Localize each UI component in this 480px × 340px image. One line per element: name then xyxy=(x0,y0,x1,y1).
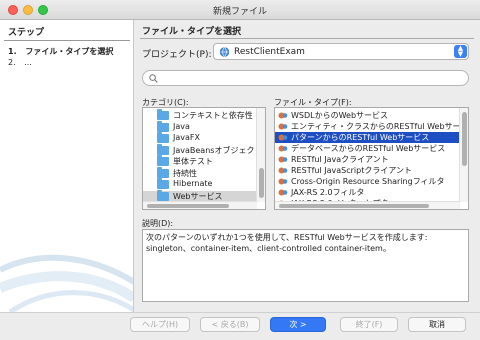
file-type-label: Cross-Origin Resource Sharingフィルタ xyxy=(291,177,445,186)
description-label: 説明(D): xyxy=(142,219,174,228)
web-service-icon xyxy=(278,156,288,163)
web-service-icon xyxy=(278,189,288,196)
web-service-icon xyxy=(278,178,288,185)
help-button[interactable]: ヘルプ(H) xyxy=(130,317,190,332)
step-label: ... xyxy=(24,58,32,67)
category-item[interactable]: Java xyxy=(143,120,257,133)
file-type-item[interactable]: Cross-Origin Resource Sharingフィルタ xyxy=(275,176,460,187)
step-number: 1. xyxy=(8,47,17,56)
category-label: 持続性 xyxy=(173,168,197,178)
steps-divider xyxy=(4,40,130,41)
folder-icon xyxy=(157,120,169,132)
description-box: 次のパターンのいずれか1つを使用して、RESTful Webサービスを作成します… xyxy=(142,229,469,302)
web-service-icon xyxy=(278,134,288,141)
button-bar: ヘルプ(H) < 戻る(B) 次 > 終了(F) 取消 xyxy=(0,312,480,340)
file-type-item[interactable]: JAX-RS 2.0フィルタ xyxy=(275,187,460,198)
file-types-hscroll-thumb[interactable] xyxy=(279,204,429,208)
categories-scrollbar[interactable] xyxy=(256,108,265,202)
folder-icon xyxy=(157,189,169,201)
folder-icon xyxy=(157,166,169,178)
step-number: 2. xyxy=(8,58,16,67)
category-label: 単体テスト xyxy=(173,157,213,166)
project-label: プロジェクト(P): xyxy=(142,50,212,60)
description-line: singleton、container-item、client-controll… xyxy=(146,244,391,253)
web-service-icon xyxy=(278,145,288,152)
project-select[interactable]: RestClientExam ▲ ▼ xyxy=(213,43,469,60)
step-label: ファイル・タイプを選択 xyxy=(25,47,114,56)
category-item[interactable]: Webサービス xyxy=(143,189,257,202)
title-bar: 新規ファイル xyxy=(0,0,480,20)
search-input[interactable] xyxy=(142,70,469,86)
file-type-label: WSDLからのWebサービス xyxy=(291,111,389,120)
chevron-updown-icon: ▲ ▼ xyxy=(454,45,467,58)
finish-button[interactable]: 終了(F) xyxy=(340,317,398,332)
folder-icon xyxy=(157,143,169,155)
file-type-label: JAX-RS 2.0フィルタ xyxy=(291,188,365,197)
cancel-button[interactable]: 取消 xyxy=(408,317,466,332)
file-types-hscrollbar[interactable] xyxy=(275,201,460,209)
search-icon xyxy=(149,74,158,83)
category-item[interactable]: 単体テスト xyxy=(143,155,257,167)
step-item: 1. ファイル・タイプを選択 xyxy=(8,46,113,57)
category-item[interactable]: 持続性 xyxy=(143,166,257,179)
file-types-list[interactable]: JAX-RS 2.0インターセプタJAX-RS 2.0フィルタCross-Ori… xyxy=(274,107,469,210)
category-label: Java xyxy=(173,121,190,131)
category-item[interactable]: コンテキストと依存性 xyxy=(143,109,257,121)
steps-title: ステップ xyxy=(8,28,45,38)
categories-hscroll-thumb[interactable] xyxy=(147,204,229,208)
category-label: コンテキストと依存性 xyxy=(173,111,253,120)
category-item[interactable]: JavaFX xyxy=(143,132,257,144)
file-type-label: データベースからのRESTful Webサービス xyxy=(291,144,446,153)
file-types-scrollbar[interactable] xyxy=(459,108,468,202)
web-service-icon xyxy=(278,123,288,130)
file-type-label: RESTful Javaクライアント xyxy=(291,155,389,164)
file-type-item[interactable]: RESTful Javaクライアント xyxy=(275,154,460,165)
file-type-label: RESTful JavaScriptクライアント xyxy=(291,166,413,175)
file-type-item[interactable]: RESTful JavaScriptクライアント xyxy=(275,165,460,176)
globe-icon xyxy=(219,47,230,57)
description-line: 次のパターンのいずれか1つを使用して、RESTful Webサービスを作成します… xyxy=(146,233,428,242)
back-button[interactable]: < 戻る(B) xyxy=(200,317,260,332)
category-item[interactable]: Hibernate xyxy=(143,178,257,190)
category-label: Hibernate xyxy=(173,179,213,188)
file-type-label: パターンからのRESTful Webサービス xyxy=(291,133,430,142)
category-item[interactable]: JavaBeansオブジェクト xyxy=(143,143,262,156)
window-title: 新規ファイル xyxy=(212,7,267,17)
category-label: JavaBeansオブジェクト xyxy=(173,145,263,155)
file-type-label: エンティティ・クラスからのRESTful Webサー xyxy=(291,122,461,131)
folder-icon xyxy=(157,109,169,120)
step-item: 2. ... xyxy=(8,58,32,67)
panel-title: ファイル・タイプを選択 xyxy=(142,27,242,37)
category-label: JavaFX xyxy=(173,133,200,142)
categories-hscrollbar[interactable] xyxy=(143,201,257,209)
category-label: Webサービス xyxy=(173,191,223,201)
next-button[interactable]: 次 > xyxy=(270,317,326,332)
steps-panel: ステップ 1. ファイル・タイプを選択 2. ... xyxy=(0,20,134,312)
categories-scroll-thumb[interactable] xyxy=(259,168,264,198)
folder-icon xyxy=(157,178,169,189)
folder-icon xyxy=(157,132,169,143)
file-type-item[interactable]: エンティティ・クラスからのRESTful Webサー xyxy=(275,121,461,132)
web-service-icon xyxy=(278,167,288,174)
project-value: RestClientExam xyxy=(234,47,305,57)
web-service-icon xyxy=(278,112,288,119)
file-types-scroll-thumb[interactable] xyxy=(462,112,467,166)
file-type-item[interactable]: パターンからのRESTful Webサービス xyxy=(275,132,460,143)
categories-list[interactable]: Webサービス Hibernate 持続性 単体テスト JavaBeansオブジェクト J… xyxy=(142,107,266,210)
panel-divider xyxy=(140,38,474,39)
file-type-item[interactable]: WSDLからのWebサービス xyxy=(275,110,460,121)
file-type-item[interactable]: データベースからのRESTful Webサービス xyxy=(275,143,460,154)
folder-icon xyxy=(157,155,169,166)
